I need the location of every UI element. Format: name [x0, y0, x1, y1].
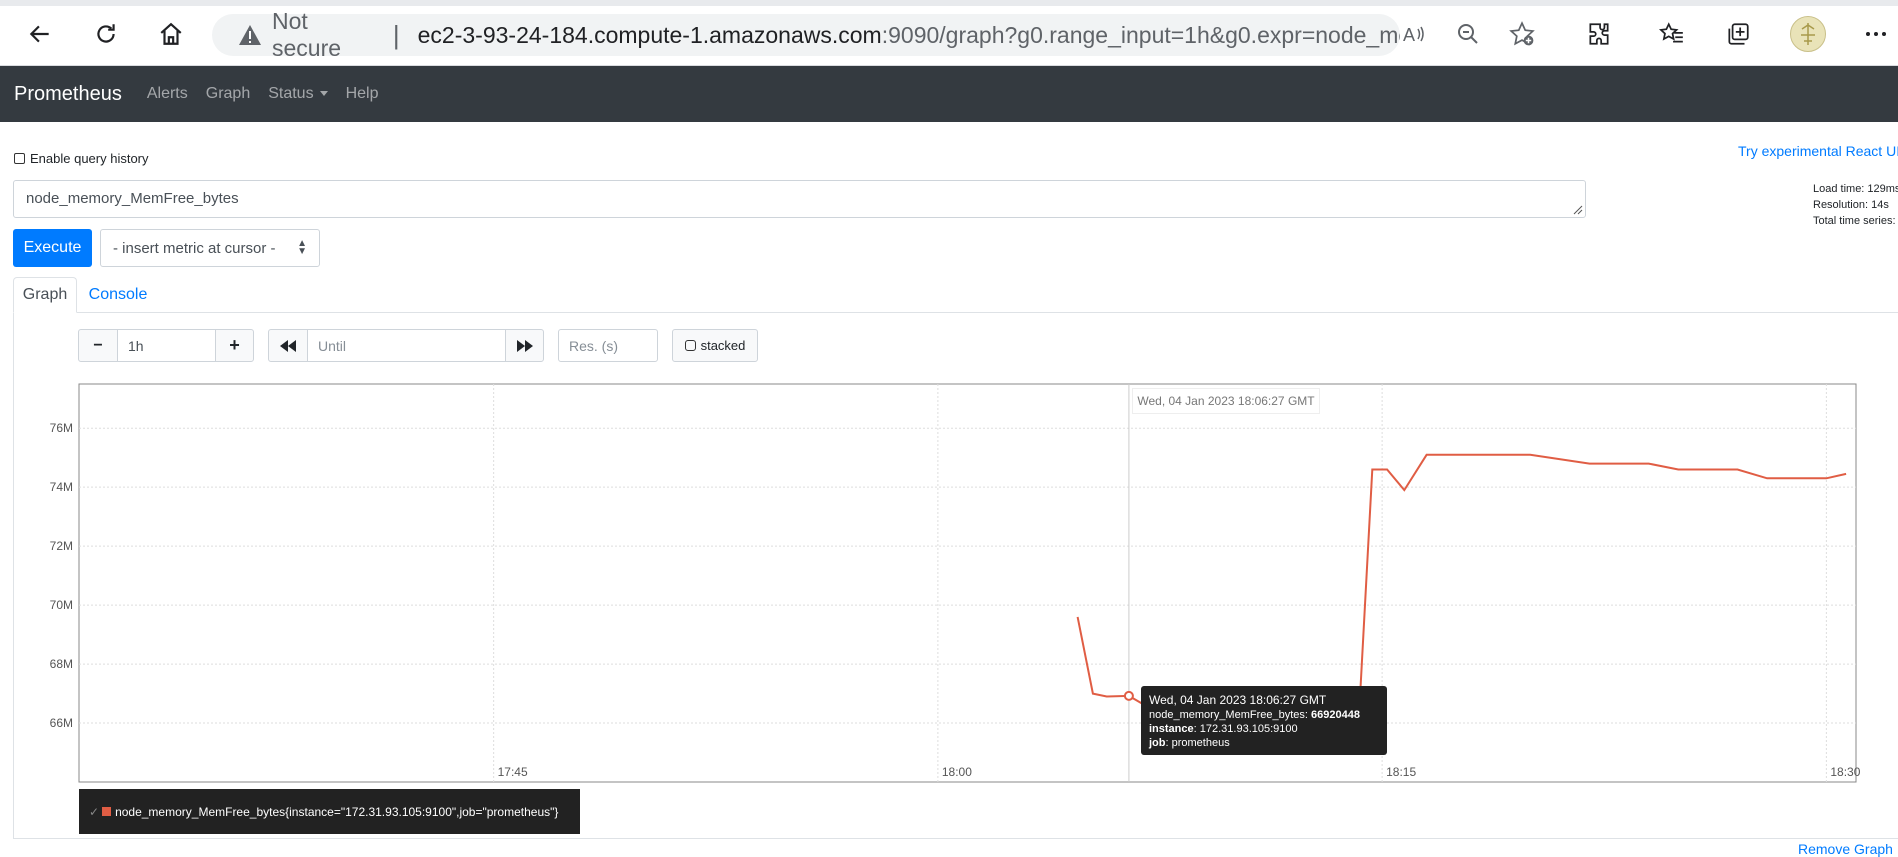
x-tick-label: 18:15 — [1386, 765, 1416, 779]
legend-label: node_memory_MemFree_bytes{instance="172.… — [115, 805, 558, 819]
tooltip-instance-key: instance — [1149, 723, 1194, 735]
x-tick-label: 18:00 — [942, 765, 972, 779]
y-tick-label: 72M — [50, 539, 73, 553]
tooltip-job-key: job — [1149, 737, 1166, 749]
y-tick-label: 74M — [50, 480, 73, 494]
graph-chart: 66M 68M 70M 72M 74M 76M 17:45 18:00 18:15 18:30 — [0, 0, 1898, 790]
y-tick-label: 76M — [50, 421, 73, 435]
tooltip-value: 66920448 — [1311, 709, 1360, 721]
legend-swatch — [102, 807, 111, 816]
tab-graph[interactable]: Graph — [13, 277, 77, 313]
hover-date-label: Wed, 04 Jan 2023 18:06:27 GMT — [1132, 388, 1320, 414]
x-tick-label: 17:45 — [498, 765, 528, 779]
legend-check-icon: ✓ — [89, 805, 99, 819]
y-tick-label: 70M — [50, 598, 73, 612]
plot-area — [79, 384, 1856, 782]
y-tick-label: 66M — [50, 716, 73, 730]
graph-legend[interactable]: ✓ node_memory_MemFree_bytes{instance="17… — [79, 789, 580, 834]
tooltip-date: Wed, 04 Jan 2023 18:06:27 GMT — [1149, 692, 1379, 708]
graph-tooltip: Wed, 04 Jan 2023 18:06:27 GMT node_memor… — [1141, 686, 1387, 755]
x-tick-label: 18:30 — [1830, 765, 1860, 779]
tooltip-metric: node_memory_MemFree_bytes — [1149, 709, 1305, 721]
tooltip-instance: 172.31.93.105:9100 — [1200, 723, 1298, 735]
tooltip-job-line: job: prometheus — [1149, 736, 1379, 750]
hover-point — [1125, 692, 1133, 700]
y-tick-label: 68M — [50, 657, 73, 671]
tooltip-instance-line: instance: 172.31.93.105:9100 — [1149, 722, 1379, 736]
tooltip-job: prometheus — [1172, 737, 1230, 749]
tooltip-value-line: node_memory_MemFree_bytes: 66920448 — [1149, 708, 1379, 722]
